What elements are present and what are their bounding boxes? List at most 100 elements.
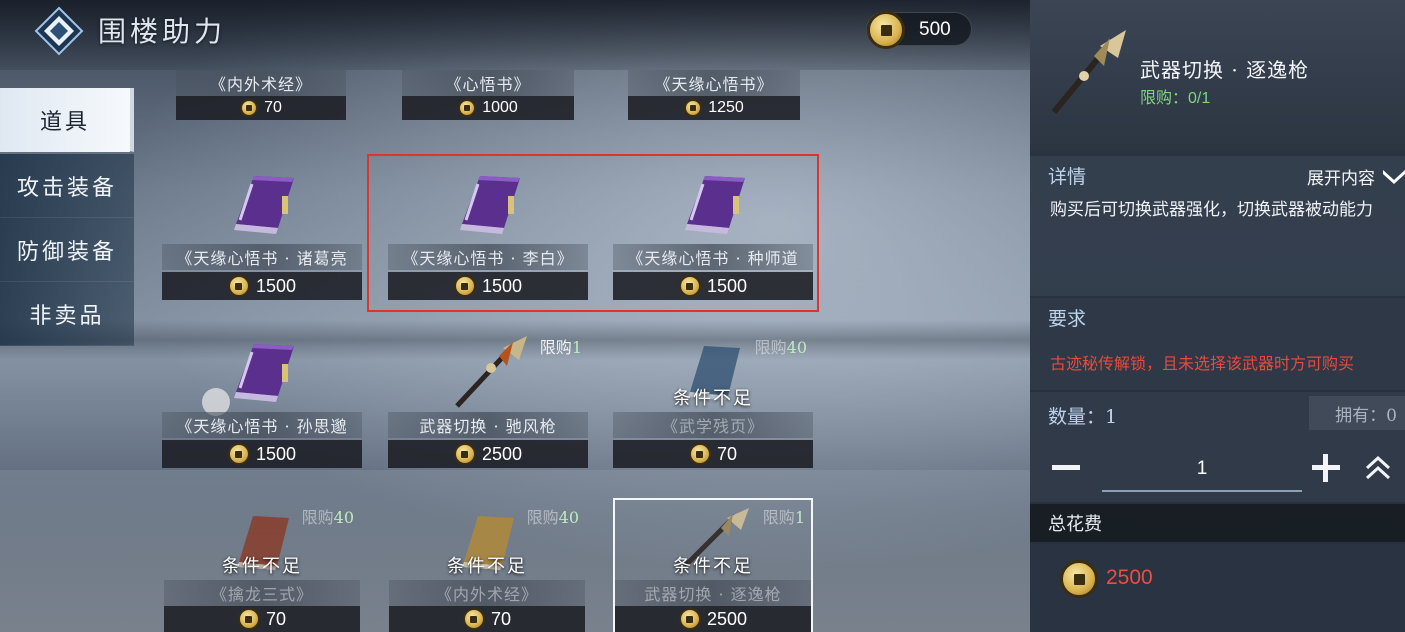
currency-display: 500 bbox=[866, 11, 972, 49]
details-section: 详情 展开内容 购买后可切换武器强化，切换武器被动能力 bbox=[1030, 156, 1405, 296]
expand-content-button[interactable]: 展开内容 bbox=[1307, 164, 1405, 189]
item-name: 《内外术经》 bbox=[389, 580, 585, 606]
sidebar-item-defense-gear[interactable]: 防御装备 bbox=[0, 218, 134, 282]
item-price: 1000 bbox=[402, 96, 574, 120]
item-price: 70 bbox=[164, 606, 360, 632]
purchase-limit: 限购40 bbox=[301, 508, 354, 527]
coin-icon bbox=[1060, 560, 1098, 598]
item-card[interactable]: 限购40 条件不足 《擒龙三式》 70 bbox=[164, 500, 360, 632]
condition-warning: 条件不足 bbox=[447, 556, 527, 577]
item-price: 1500 bbox=[613, 272, 813, 300]
purple-book-icon bbox=[673, 168, 753, 240]
coin-icon bbox=[678, 275, 701, 297]
expand-label: 展开内容 bbox=[1307, 169, 1375, 189]
item-name: 《天缘心悟书 · 孙思邈 bbox=[162, 412, 362, 438]
sidebar-item-props[interactable]: 道具 bbox=[0, 88, 134, 152]
requirement-text: 古迹秘传解锁，且未选择该武器时方可购买 bbox=[1050, 354, 1355, 373]
back-logo-icon[interactable] bbox=[34, 6, 84, 56]
item-name: 《心悟书》 bbox=[402, 70, 574, 96]
sidebar-item-label: 非卖品 bbox=[29, 303, 105, 329]
item-price: 1250 bbox=[628, 96, 800, 120]
item-price: 1500 bbox=[388, 272, 588, 300]
spear-icon bbox=[443, 334, 533, 416]
coin-icon bbox=[227, 443, 250, 465]
page-title: 围楼助力 bbox=[98, 15, 227, 48]
item-card[interactable]: 《心悟书》 1000 bbox=[402, 70, 574, 122]
item-price: 70 bbox=[176, 96, 346, 120]
sidebar-item-label: 道具 bbox=[39, 109, 90, 135]
detail-item-name: 武器切换 · 逐逸枪 bbox=[1140, 58, 1310, 82]
item-card[interactable]: 《内外术经》 70 bbox=[176, 70, 346, 122]
owned-count: 拥有：0 bbox=[1309, 396, 1405, 430]
purchase-limit: 限购1 bbox=[762, 508, 805, 527]
total-cost-section: 2500 bbox=[1030, 544, 1405, 632]
item-price: 2500 bbox=[388, 440, 588, 468]
item-name: 《天缘心悟书 · 诸葛亮 bbox=[162, 244, 362, 270]
item-name: 武器切换 · 逐逸枪 bbox=[615, 580, 811, 606]
item-name: 《武学残页》 bbox=[613, 412, 813, 438]
item-name: 武器切换 · 驰风枪 bbox=[388, 412, 588, 438]
condition-warning: 条件不足 bbox=[222, 556, 302, 577]
item-card[interactable]: 《天缘心悟书 · 种师道 1500 bbox=[613, 160, 813, 300]
item-card[interactable]: 《天缘心悟书 · 诸葛亮 1500 bbox=[162, 160, 362, 300]
header: 围楼助力 500 bbox=[0, 0, 1030, 60]
coin-icon bbox=[678, 608, 701, 630]
purple-book-icon bbox=[222, 168, 302, 240]
quantity-section: 数量：1 拥有：0 bbox=[1030, 392, 1405, 502]
quantity-label: 数量：1 bbox=[1048, 406, 1118, 428]
item-card[interactable]: 限购1 武器切换 · 驰风枪 2500 bbox=[388, 330, 588, 470]
double-chevron-up-icon bbox=[1365, 455, 1391, 480]
item-price: 2500 bbox=[615, 606, 811, 632]
item-name: 《天缘心悟书 · 种师道 bbox=[613, 244, 813, 270]
item-detail-panel: 武器切换 · 逐逸枪 限购：0/1 详情 展开内容 购买后可切换武器强化，切换武… bbox=[1030, 0, 1405, 632]
purple-book-icon bbox=[222, 336, 302, 408]
requirement-section: 要求 古迹秘传解锁，且未选择该武器时方可购买 bbox=[1030, 298, 1405, 390]
sidebar-item-label: 防御装备 bbox=[16, 239, 117, 265]
item-card[interactable]: 《天缘心悟书》 1250 bbox=[628, 70, 800, 122]
purchase-limit: 限购40 bbox=[526, 508, 579, 527]
item-card[interactable]: 《天缘心悟书 · 孙思邈 1500 bbox=[162, 330, 362, 470]
item-card[interactable]: 限购40 条件不足 《内外术经》 70 bbox=[389, 500, 585, 632]
plus-icon bbox=[1312, 454, 1340, 482]
coin-icon bbox=[237, 608, 260, 630]
sidebar-item-attack-gear[interactable]: 攻击装备 bbox=[0, 154, 134, 218]
detail-purchase-limit: 限购：0/1 bbox=[1140, 90, 1211, 107]
purple-book-icon bbox=[448, 168, 528, 240]
coin-icon bbox=[453, 275, 476, 297]
total-cost-value: 2500 bbox=[1106, 566, 1153, 589]
item-description: 购买后可切换武器强化，切换武器被动能力 bbox=[1050, 200, 1373, 220]
details-label: 详情 bbox=[1048, 166, 1087, 188]
sidebar-item-label: 攻击装备 bbox=[16, 175, 117, 201]
coin-icon bbox=[453, 443, 476, 465]
max-quantity-button[interactable] bbox=[1363, 452, 1393, 482]
item-price: 1500 bbox=[162, 272, 362, 300]
coin-icon bbox=[240, 99, 259, 117]
spear-icon bbox=[1044, 28, 1130, 118]
item-card[interactable]: 限购40 条件不足 《武学残页》 70 bbox=[613, 330, 813, 470]
sidebar-item-not-for-sale[interactable]: 非卖品 bbox=[0, 282, 134, 346]
decrease-button[interactable] bbox=[1052, 454, 1080, 482]
total-cost-header: 总花费 bbox=[1030, 504, 1405, 542]
condition-warning: 条件不足 bbox=[673, 556, 753, 577]
item-price: 70 bbox=[389, 606, 585, 632]
item-card-selected[interactable]: 限购1 条件不足 武器切换 · 逐逸枪 2500 bbox=[613, 498, 813, 632]
item-card[interactable]: 《天缘心悟书 · 李白》 1500 bbox=[388, 160, 588, 300]
coin-icon bbox=[688, 443, 711, 465]
purchase-limit: 限购1 bbox=[539, 338, 582, 357]
item-name: 《天缘心悟书》 bbox=[628, 70, 800, 96]
total-label: 总花费 bbox=[1048, 514, 1102, 535]
currency-amount: 500 bbox=[919, 19, 951, 40]
minus-icon bbox=[1052, 465, 1080, 470]
item-price: 1500 bbox=[162, 440, 362, 468]
increase-button[interactable] bbox=[1312, 454, 1340, 482]
requirement-label: 要求 bbox=[1048, 308, 1087, 330]
purchase-limit: 限购40 bbox=[754, 338, 807, 357]
item-name: 《天缘心悟书 · 李白》 bbox=[388, 244, 588, 270]
quantity-input[interactable] bbox=[1102, 448, 1302, 492]
condition-warning: 条件不足 bbox=[673, 388, 753, 409]
item-name: 《擒龙三式》 bbox=[164, 580, 360, 606]
coin-icon bbox=[684, 99, 703, 117]
item-price: 70 bbox=[613, 440, 813, 468]
coin-icon bbox=[458, 99, 477, 117]
item-name: 《内外术经》 bbox=[176, 70, 346, 96]
